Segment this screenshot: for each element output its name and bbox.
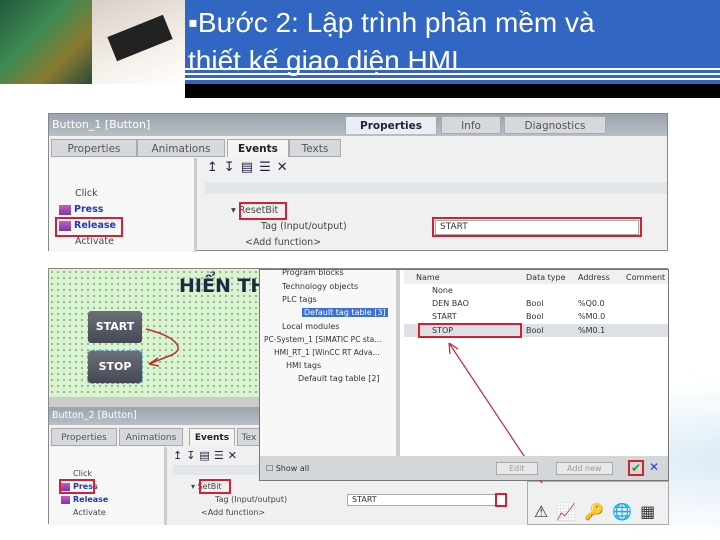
tab-properties-header[interactable]: Properties [345,116,437,134]
tag-name[interactable]: DEN BAO [432,299,469,308]
edit-button[interactable]: Edit [496,462,538,475]
event-press-label: Press [74,204,104,215]
circuit-board-image [0,0,92,84]
toolbox-icons[interactable]: ⚠📈🔑🌐▦ [534,502,663,521]
tab-animations[interactable]: Animations [137,139,225,157]
highlight-box [432,217,642,237]
hmi-stop-button[interactable]: STOP [87,350,143,384]
add-new-button[interactable]: Add new [556,462,613,475]
cancel-x-icon[interactable]: ✕ [649,460,659,474]
highlight-box [239,202,287,220]
tag-address: %M0.0 [578,312,606,321]
tree-item[interactable]: Technology objects [282,282,358,291]
slide-title-line2: thiết kế giao diện HMI [188,45,459,76]
tree-item[interactable]: HMI tags [286,361,321,370]
hmi-heading: HIỂN TH [179,275,267,297]
tag-type: Bool [526,326,544,335]
event-click[interactable]: Click [75,188,98,199]
event-activate[interactable]: Activate [73,508,106,517]
hmi-editor-screenshot: HIỂN TH START STOP Button_2 [Button] Pro… [48,268,669,525]
highlight-box [418,323,522,338]
tab-texts[interactable]: Texts [289,139,341,157]
tag-selection-dialog: Program blocks Technology objects PLC ta… [259,268,669,484]
tab-diagnostics[interactable]: Diagnostics [504,116,606,134]
tree-item[interactable]: Default tag table [2] [298,374,380,383]
tag-table: Name Data type Address Comment None DEN … [404,270,668,484]
properties-panel-button1: Button_1 [Button] Properties Info Diagno… [48,113,668,252]
tab-animations[interactable]: Animations [119,428,183,446]
project-tree: Program blocks Technology objects PLC ta… [260,268,400,456]
dialog-footer: ☐ Show all Edit Add new ✔ ✕ [260,456,668,480]
annotation-arrow [145,328,179,367]
add-function[interactable]: <Add function> [201,508,265,517]
tree-item[interactable]: PC-System_1 [SIMATIC PC sta... [264,335,381,344]
highlight-box [59,479,95,494]
tag-address: %Q0.0 [578,299,605,308]
slide-title: ▪Bước 2: Lập trình phần mềm và thiết kế … [188,4,718,80]
tag-type: Bool [526,299,544,308]
event-icon [59,204,71,215]
tab-texts[interactable]: Tex [237,428,261,446]
tab-events[interactable]: Events [227,139,289,157]
tree-item-selected[interactable]: Default tag table [3] [302,308,388,317]
event-toolbar-icons[interactable]: ↥↧▤☰✕ [207,160,294,175]
column-header[interactable]: Comment [626,273,665,282]
add-function[interactable]: <Add function> [245,237,321,248]
column-header[interactable]: Data type [526,273,566,282]
param-label: Tag (Input/output) [261,221,347,232]
tab-events[interactable]: Events [189,428,235,446]
tag-row-none[interactable]: None [432,286,453,295]
tree-item[interactable]: Program blocks [282,268,344,277]
tree-item[interactable]: Local modules [282,322,339,331]
event-activate[interactable]: Activate [75,236,114,247]
event-toolbar-icons[interactable]: ↥↧▤☰✕ [173,449,241,462]
event-icon [61,495,70,504]
column-header[interactable]: Address [578,273,610,282]
tag-name[interactable]: START [432,312,457,321]
tree-item[interactable]: HMI_RT_1 [WinCC RT Adva... [274,348,380,357]
show-all-checkbox[interactable]: ☐ Show all [266,464,309,473]
tag-type: Bool [526,312,544,321]
confirm-check-icon[interactable]: ✔ [628,460,644,476]
tab-info[interactable]: Info [441,116,501,134]
event-release[interactable]: Release [61,495,108,504]
tag-field[interactable]: START [347,494,507,506]
param-label: Tag (Input/output) [215,495,288,504]
tag-address: %M0.1 [578,326,606,335]
event-click[interactable]: Click [73,469,92,478]
event-release-label: Release [73,495,109,504]
column-header[interactable]: Name [416,273,440,282]
highlight-box [55,217,123,237]
function-table-header [205,182,667,194]
hmi-start-button[interactable]: START [88,311,142,343]
tab-properties[interactable]: Properties [51,428,117,446]
tree-item[interactable]: PLC tags [282,295,317,304]
highlight-box [199,479,231,494]
show-all-label: Show all [275,464,310,473]
slide-title-line1: ▪Bước 2: Lập trình phần mềm và [188,7,595,38]
header-strip [185,84,720,98]
highlight-box [495,493,507,507]
tab-properties[interactable]: Properties [51,139,137,157]
event-press[interactable]: Press [59,204,103,215]
